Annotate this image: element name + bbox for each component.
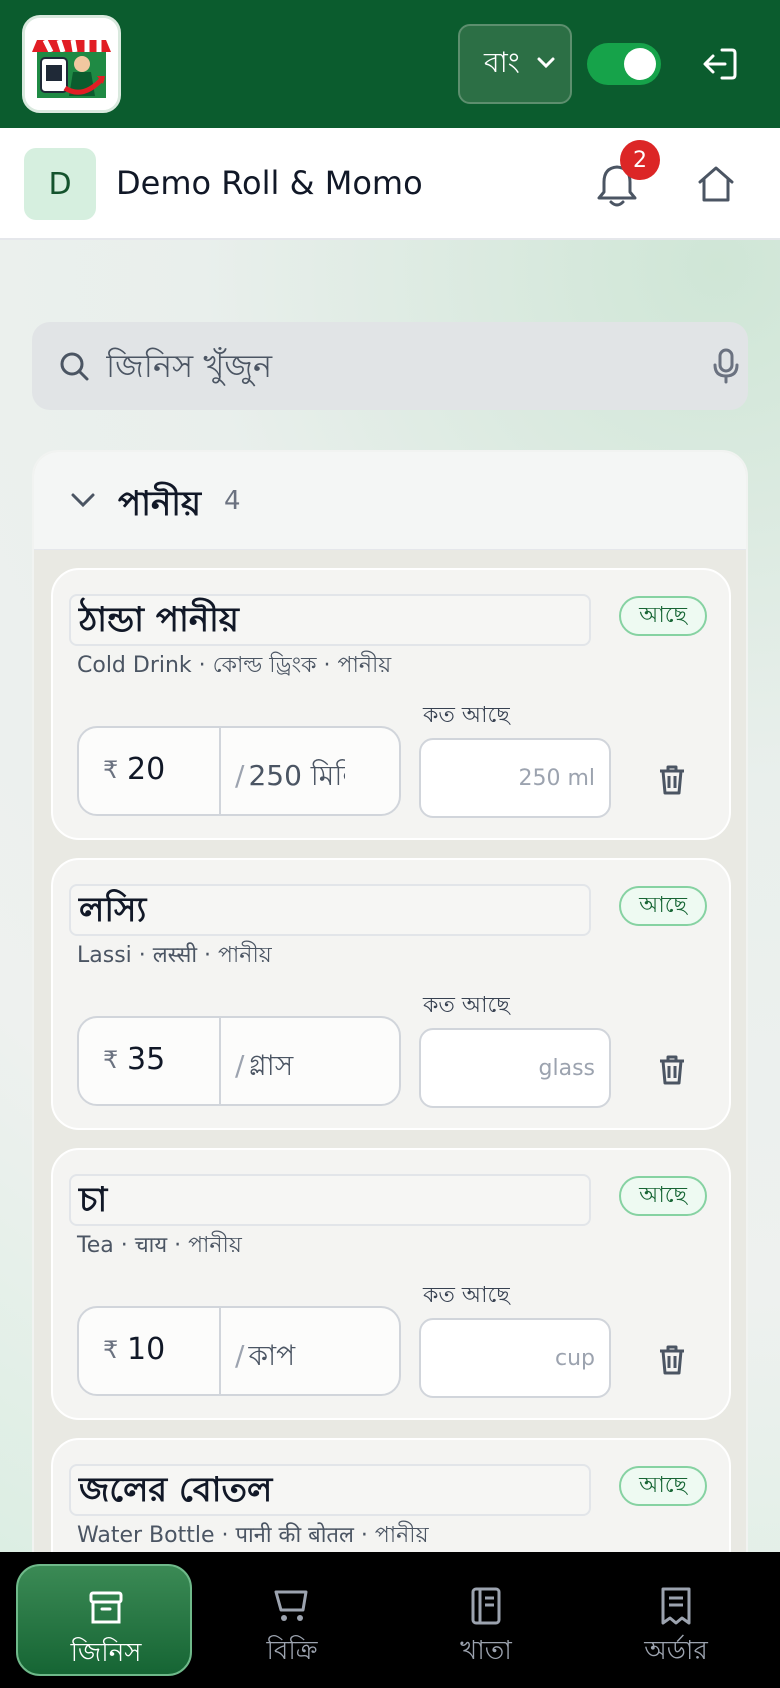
- nav-label: জিনিস: [70, 1638, 142, 1668]
- rupee-symbol: ₹: [103, 1046, 119, 1074]
- trash-icon[interactable]: [657, 1344, 687, 1376]
- microphone-icon[interactable]: [712, 348, 740, 384]
- trash-icon[interactable]: [657, 764, 687, 796]
- unit-value: কাপ: [248, 1339, 296, 1372]
- item-card: ঠান্ডা পানীয় আছে Cold Drink · কোল্ড ড্র…: [51, 568, 731, 840]
- status-badge[interactable]: আছে: [619, 1176, 707, 1216]
- home-icon[interactable]: [696, 164, 736, 204]
- item-card: জলের বোতল আছে Water Bottle · पानी की बोत…: [51, 1438, 731, 1552]
- stock-label: কত আছে: [423, 1283, 510, 1308]
- item-subtitle: Cold Drink · কোল্ড ড্রিংক · পানীয়: [77, 653, 392, 678]
- trash-icon[interactable]: [657, 1054, 687, 1086]
- stock-label: কত আছে: [423, 703, 510, 728]
- search-icon: [60, 352, 89, 381]
- item-subtitle: Lassi · लस्सी · পানীয়: [77, 943, 272, 968]
- status-badge[interactable]: আছে: [619, 596, 707, 636]
- unit-label[interactable]: / গ্লাস: [235, 1044, 345, 1084]
- unit-slash: /: [235, 1339, 245, 1372]
- status-badge[interactable]: আছে: [619, 1466, 707, 1506]
- unit-slash: /: [235, 1049, 245, 1082]
- avatar[interactable]: D: [24, 148, 96, 220]
- nav-item-orders[interactable]: অর্ডার: [588, 1564, 764, 1676]
- unit-label[interactable]: / কাপ: [235, 1334, 345, 1374]
- category-count: 4: [224, 486, 241, 516]
- store-header: D Demo Roll & Momo 2: [0, 128, 780, 240]
- price-value[interactable]: 10: [127, 1332, 165, 1367]
- notification-badge: 2: [620, 140, 660, 180]
- unit-value: 250 মিলি: [248, 759, 345, 792]
- item-subtitle: Tea · चाय · পানীয়: [77, 1233, 242, 1258]
- toggle-knob: [624, 48, 656, 80]
- cart-icon: [274, 1590, 308, 1621]
- price-field[interactable]: ₹ 10 /কাপ: [77, 1306, 401, 1396]
- stock-input[interactable]: [421, 1320, 609, 1396]
- nav-label: খাতা: [460, 1636, 512, 1666]
- price-value[interactable]: 20: [127, 752, 165, 787]
- status-badge[interactable]: আছে: [619, 886, 707, 926]
- nav-label: অর্ডার: [644, 1636, 708, 1666]
- nav-item-items[interactable]: জিনিস: [16, 1564, 192, 1676]
- unit-value: গ্লাস: [248, 1049, 294, 1082]
- unit-label[interactable]: /250 মিলি: [235, 754, 345, 794]
- nav-item-sales[interactable]: বিক্রি: [204, 1564, 380, 1676]
- item-name[interactable]: ঠান্ডা পানীয়: [69, 594, 591, 646]
- stock-field: [419, 1028, 611, 1108]
- box-icon: [89, 1591, 123, 1624]
- category-title: পানীয়: [118, 484, 201, 524]
- rupee-symbol: ₹: [103, 756, 119, 784]
- price-field[interactable]: ₹ 20 /250 মিলি: [77, 726, 401, 816]
- mode-toggle[interactable]: [587, 43, 661, 85]
- item-subtitle: Water Bottle · पानी की बोतल · পানীয়: [77, 1523, 429, 1548]
- category-header[interactable]: পানীয় 4: [34, 452, 746, 550]
- content-area: পানীয় 4 ঠান্ডা পানীয় আছে Cold Drink · …: [0, 240, 780, 1552]
- stock-field: [419, 738, 611, 818]
- nav-item-ledger[interactable]: খাতা: [398, 1564, 574, 1676]
- rupee-symbol: ₹: [103, 1336, 119, 1364]
- item-card: লস্যি আছে Lassi · लस्सी · পানীয় কত আছে …: [51, 858, 731, 1130]
- unit-slash: /: [235, 759, 245, 792]
- item-card: চা আছে Tea · चाय · পানীয় কত আছে ₹ 10 /ক…: [51, 1148, 731, 1420]
- ledger-icon: [471, 1587, 501, 1625]
- price-field[interactable]: ₹ 35 /গ্লাস: [77, 1016, 401, 1106]
- receipt-icon: [661, 1587, 691, 1625]
- chevron-down-icon: [537, 57, 555, 69]
- item-name[interactable]: জলের বোতল: [69, 1464, 591, 1516]
- item-name[interactable]: চা: [69, 1174, 591, 1226]
- search-bar: [32, 322, 748, 410]
- bottom-navigation: জিনিস বিক্রি খাতা অর্ডার: [0, 1552, 780, 1688]
- item-name[interactable]: লস্যি: [69, 884, 591, 936]
- category-section: পানীয় 4 ঠান্ডা পানীয় আছে Cold Drink · …: [32, 450, 748, 1552]
- search-input[interactable]: [106, 322, 666, 410]
- app-logo[interactable]: [22, 15, 121, 113]
- price-value[interactable]: 35: [127, 1042, 165, 1077]
- chevron-down-icon: [71, 493, 95, 508]
- logout-icon[interactable]: [700, 44, 740, 84]
- nav-label: বিক্রি: [266, 1636, 318, 1666]
- stock-field: [419, 1318, 611, 1398]
- language-label: বাং: [484, 45, 520, 79]
- stock-label: কত আছে: [423, 993, 510, 1018]
- app-bar: বাং: [0, 0, 780, 128]
- store-name: Demo Roll & Momo: [116, 164, 423, 202]
- stock-input[interactable]: [421, 740, 609, 816]
- language-select[interactable]: বাং: [458, 24, 572, 104]
- stock-input[interactable]: [421, 1030, 609, 1106]
